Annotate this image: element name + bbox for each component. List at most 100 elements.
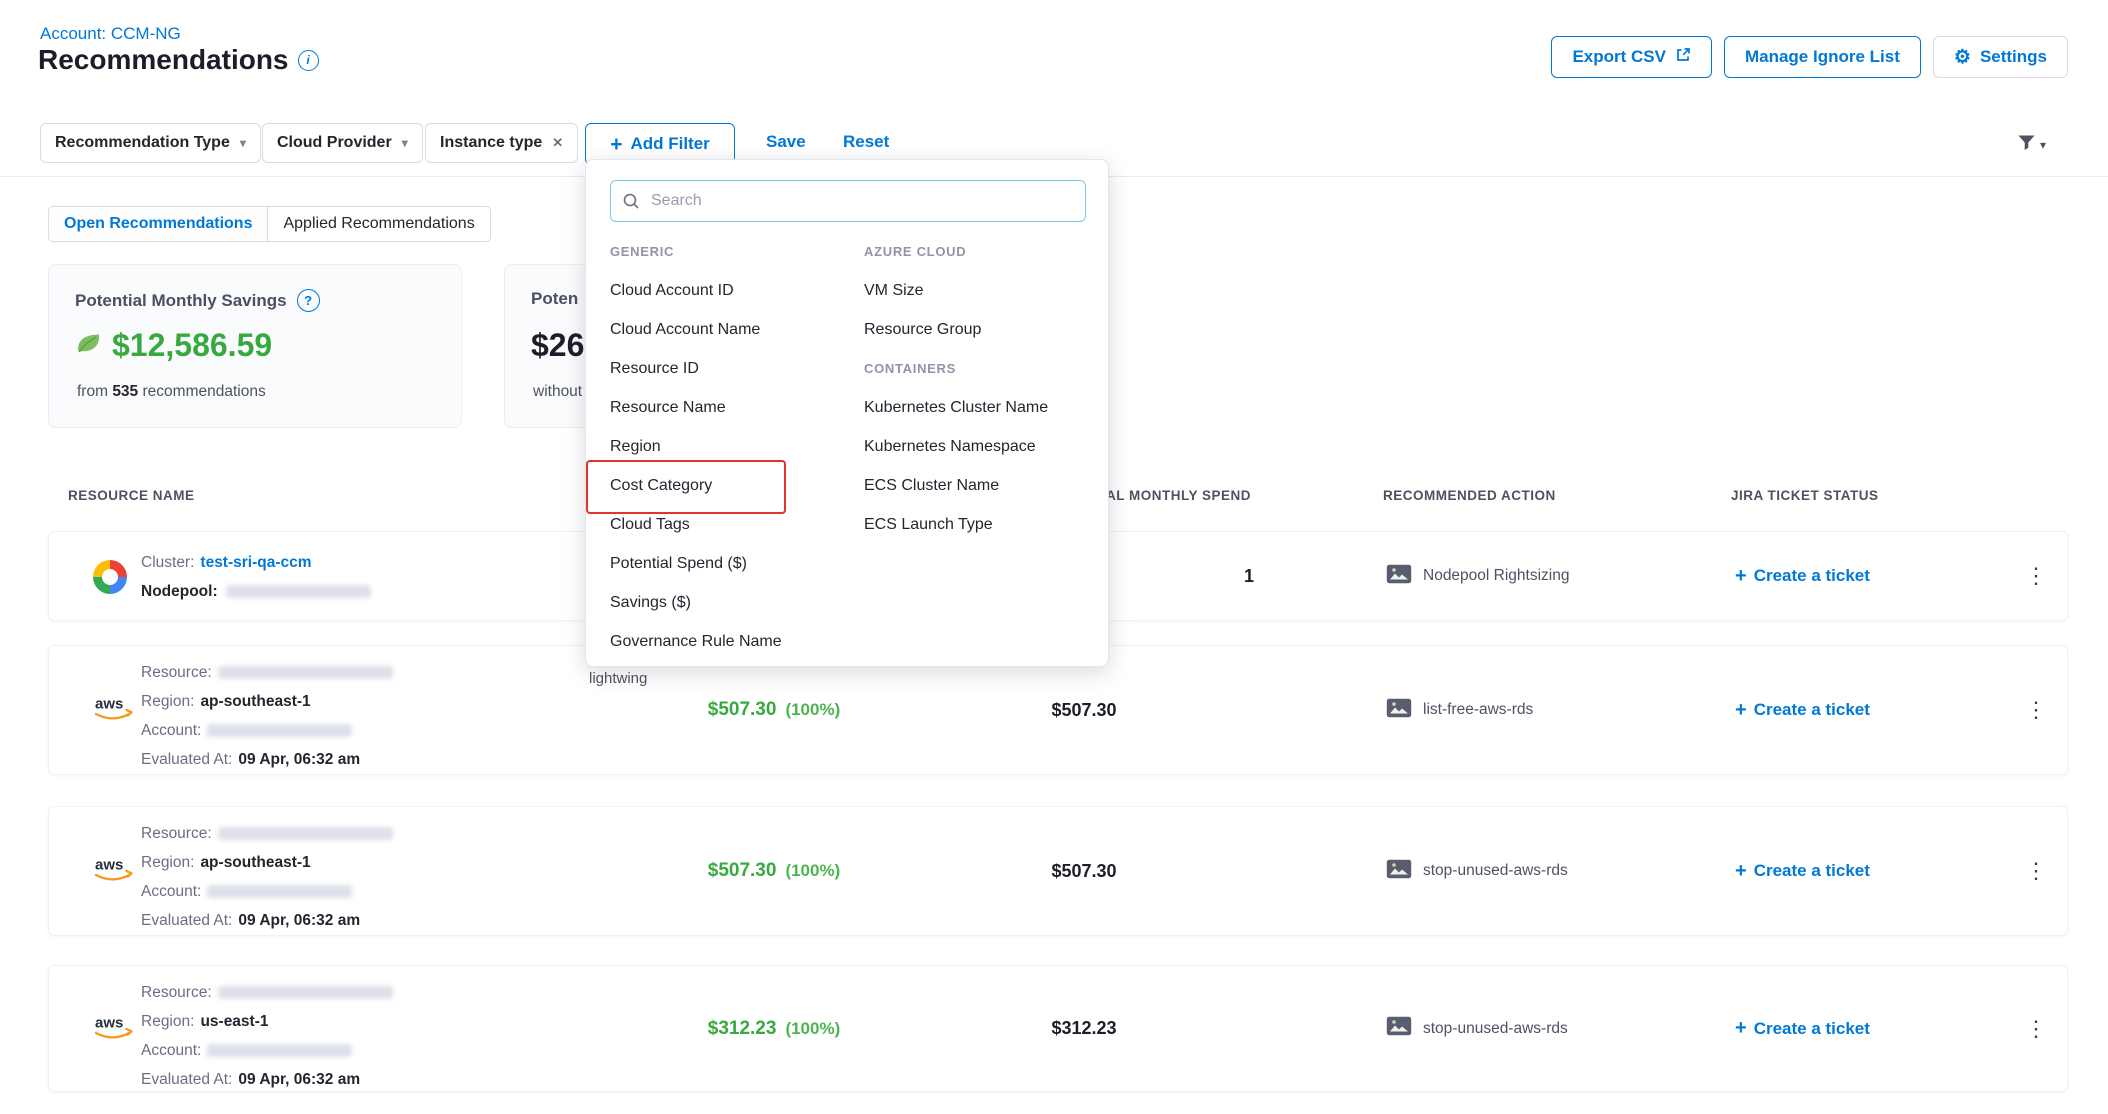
- region-value: us-east-1: [200, 1013, 268, 1031]
- info-icon[interactable]: i: [298, 50, 319, 71]
- redacted-value: [226, 585, 371, 598]
- tab-open-recommendations[interactable]: Open Recommendations: [49, 207, 268, 241]
- kebab-menu-icon[interactable]: ⋮: [2017, 1012, 2055, 1046]
- gcp-provider-icon: [93, 560, 127, 594]
- region-value: ap-southeast-1: [200, 854, 310, 872]
- filter-options-right-column: AZURE CLOUD VM Size Resource Group CONTA…: [864, 232, 1094, 544]
- manage-ignore-list-label: Manage Ignore List: [1745, 47, 1900, 67]
- action-thumbnail-icon: [1386, 1016, 1412, 1041]
- filter-option-kubernetes-cluster-name[interactable]: Kubernetes Cluster Name: [864, 388, 1094, 427]
- kebab-menu-icon[interactable]: ⋮: [2017, 559, 2055, 593]
- action-thumbnail-icon: [1386, 698, 1412, 723]
- aws-provider-icon: aws: [91, 1011, 137, 1046]
- account-label: Account:: [141, 883, 201, 901]
- kebab-menu-icon[interactable]: ⋮: [2017, 854, 2055, 888]
- plus-icon: +: [1735, 565, 1747, 588]
- filter-option-kubernetes-namespace[interactable]: Kubernetes Namespace: [864, 427, 1094, 466]
- evaluated-at-value: 09 Apr, 06:32 am: [238, 912, 360, 930]
- account-label: Account:: [141, 722, 201, 740]
- manage-ignore-list-button[interactable]: Manage Ignore List: [1724, 36, 1921, 78]
- column-header-jira-ticket-status: JIRA TICKET STATUS: [1731, 488, 1879, 503]
- evaluated-at-label: Evaluated At:: [141, 1071, 232, 1089]
- filter-option-savings[interactable]: Savings ($): [610, 583, 840, 622]
- filter-option-vm-size[interactable]: VM Size: [864, 271, 1094, 310]
- chip-label: Recommendation Type: [55, 134, 230, 152]
- aws-provider-icon: aws: [91, 693, 137, 728]
- recommended-action-label: stop-unused-aws-rds: [1423, 862, 1568, 880]
- resource-label: Resource:: [141, 984, 212, 1002]
- create-ticket-label: Create a ticket: [1754, 861, 1870, 881]
- filter-option-potential-spend[interactable]: Potential Spend ($): [610, 544, 840, 583]
- filter-option-ecs-launch-type[interactable]: ECS Launch Type: [864, 505, 1094, 544]
- savings-amount: $12,586.59: [112, 327, 272, 364]
- aws-provider-icon: aws: [91, 854, 137, 889]
- plus-icon: +: [1735, 860, 1747, 883]
- filter-option-cloud-tags[interactable]: Cloud Tags: [610, 505, 840, 544]
- redacted-value: [207, 885, 352, 898]
- section-heading-containers: CONTAINERS: [864, 349, 1094, 388]
- monthly-savings-value: $312.23: [708, 1018, 777, 1040]
- svg-text:aws: aws: [95, 1014, 123, 1031]
- evaluated-at-value: 09 Apr, 06:32 am: [238, 1071, 360, 1089]
- filter-search-input[interactable]: [610, 180, 1086, 222]
- close-icon[interactable]: ✕: [552, 135, 563, 151]
- filter-option-governance-rule-name[interactable]: Governance Rule Name: [610, 622, 840, 661]
- region-label: Region:: [141, 693, 194, 711]
- create-ticket-button[interactable]: + Create a ticket: [1735, 532, 1870, 620]
- create-ticket-button[interactable]: + Create a ticket: [1735, 966, 1870, 1091]
- cluster-name-link[interactable]: test-sri-qa-ccm: [200, 554, 311, 572]
- page-title: Recommendations: [38, 44, 289, 76]
- plus-icon: +: [610, 134, 622, 155]
- region-label: Region:: [141, 1013, 194, 1031]
- savings-subtext: from 535 recommendations: [77, 383, 266, 401]
- filter-option-resource-name[interactable]: Resource Name: [610, 388, 840, 427]
- question-icon[interactable]: ?: [297, 289, 320, 312]
- account-breadcrumb[interactable]: Account: CCM-NG: [40, 24, 181, 44]
- funnel-icon: [2017, 134, 2036, 156]
- create-ticket-label: Create a ticket: [1754, 700, 1870, 720]
- monthly-savings-value: $507.30: [708, 860, 777, 882]
- plus-icon: +: [1735, 1017, 1747, 1040]
- filter-chip-cloud-provider[interactable]: Cloud Provider ▾: [262, 123, 423, 163]
- section-heading-generic: GENERIC: [610, 232, 840, 271]
- chip-label: Cloud Provider: [277, 134, 392, 152]
- table-row[interactable]: aws Resource: Region: ap-southeast-1 Acc…: [48, 806, 2068, 936]
- save-filter-button[interactable]: Save: [766, 132, 806, 152]
- reset-filter-button[interactable]: Reset: [843, 132, 889, 152]
- filter-option-cloud-account-id[interactable]: Cloud Account ID: [610, 271, 840, 310]
- monthly-spend-value: $312.23: [999, 966, 1169, 1091]
- spend-subtext-partial: without: [533, 383, 582, 401]
- filter-option-resource-id[interactable]: Resource ID: [610, 349, 840, 388]
- table-row[interactable]: aws Resource: Region: us-east-1 Account:…: [48, 965, 2068, 1092]
- redacted-value: [218, 986, 393, 999]
- action-thumbnail-icon: [1386, 564, 1412, 589]
- column-header-resource-name: RESOURCE NAME: [68, 488, 195, 503]
- chevron-down-icon: ▾: [240, 136, 246, 150]
- header: Account: CCM-NG Recommendations i Export…: [0, 0, 2108, 111]
- column-header-recommended-action: RECOMMENDED ACTION: [1383, 488, 1556, 503]
- filter-option-resource-group[interactable]: Resource Group: [864, 310, 1094, 349]
- filter-panel-toggle[interactable]: ▾: [2017, 134, 2046, 156]
- filter-dropdown: GENERIC Cloud Account ID Cloud Account N…: [585, 159, 1109, 667]
- filter-option-ecs-cluster-name[interactable]: ECS Cluster Name: [864, 466, 1094, 505]
- chevron-down-icon: ▾: [402, 136, 408, 150]
- kebab-menu-icon[interactable]: ⋮: [2017, 693, 2055, 727]
- filter-option-cloud-account-name[interactable]: Cloud Account Name: [610, 310, 840, 349]
- filter-chip-recommendation-type[interactable]: Recommendation Type ▾: [40, 123, 261, 163]
- settings-button[interactable]: ⚙ Settings: [1933, 36, 2068, 78]
- filter-chip-instance-type[interactable]: Instance type ✕: [425, 123, 578, 163]
- redacted-value: [207, 724, 352, 737]
- add-filter-label: Add Filter: [630, 134, 709, 154]
- account-label: Account:: [141, 1042, 201, 1060]
- leaf-icon: [75, 331, 102, 361]
- filter-option-cost-category[interactable]: Cost Category: [610, 466, 840, 505]
- nodepool-label: Nodepool:: [141, 583, 218, 601]
- filter-option-region[interactable]: Region: [610, 427, 840, 466]
- tab-applied-recommendations[interactable]: Applied Recommendations: [268, 207, 489, 241]
- create-ticket-button[interactable]: + Create a ticket: [1735, 646, 1870, 774]
- create-ticket-button[interactable]: + Create a ticket: [1735, 807, 1870, 935]
- savings-percent: (100%): [785, 700, 840, 720]
- spend-value-fragment: 1: [1209, 532, 1289, 620]
- export-csv-button[interactable]: Export CSV: [1551, 36, 1712, 78]
- evaluated-at-label: Evaluated At:: [141, 912, 232, 930]
